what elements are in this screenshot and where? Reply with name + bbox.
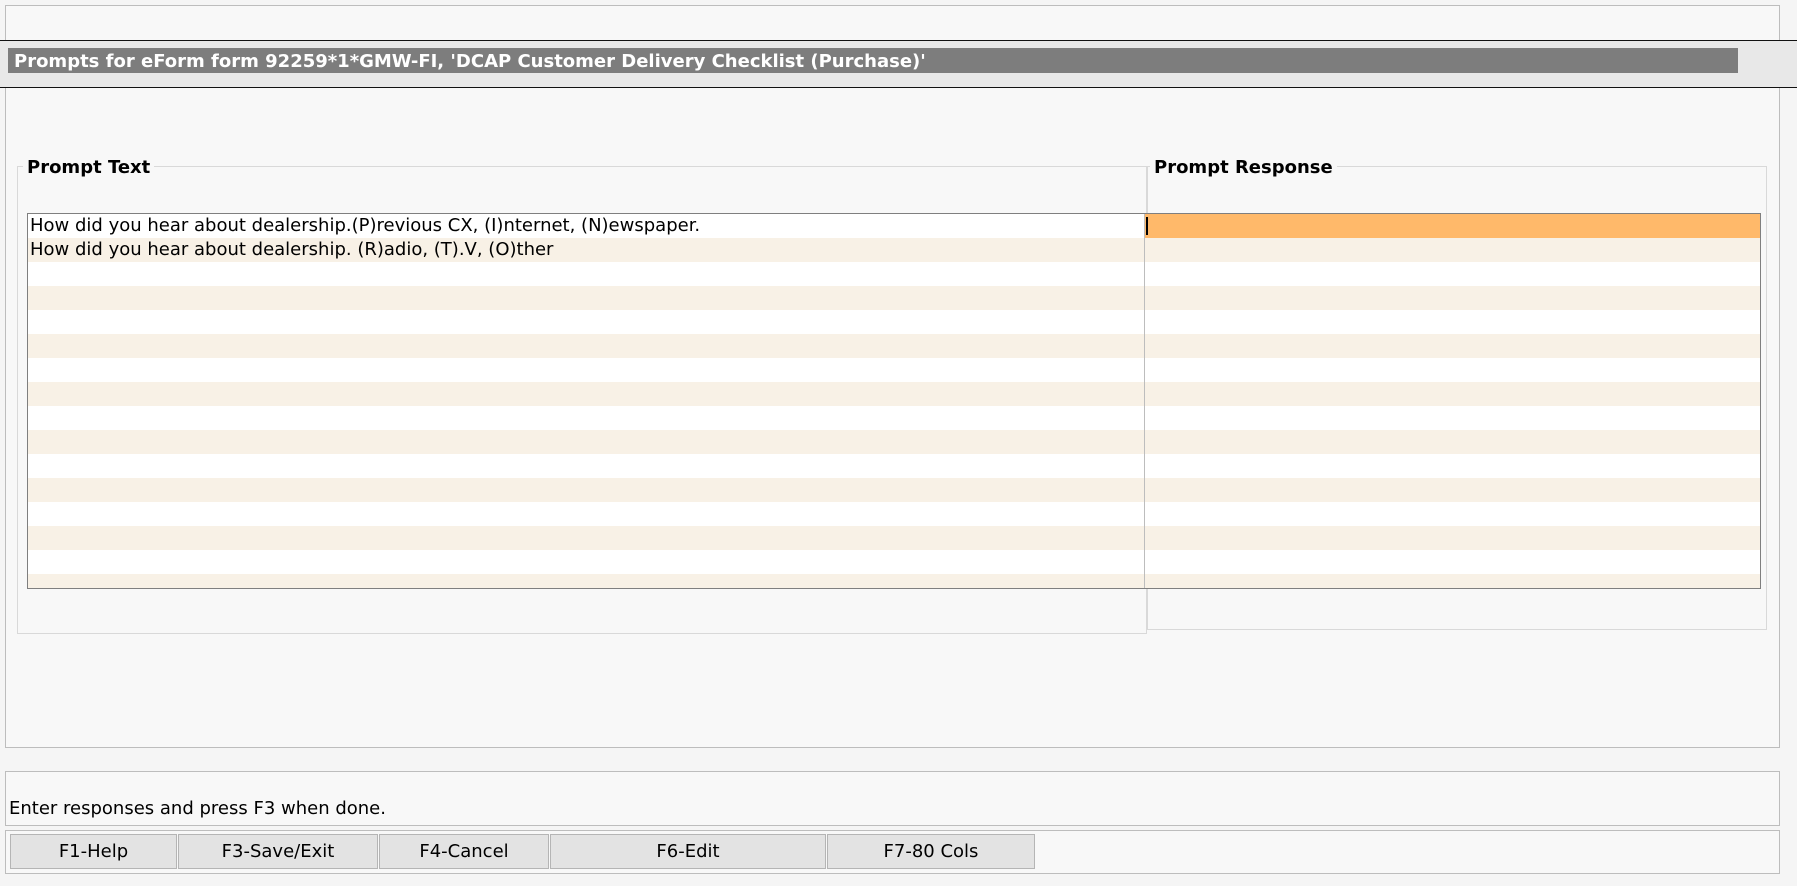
empty-row[interactable] [28, 454, 1760, 478]
empty-row[interactable] [28, 406, 1760, 430]
save-exit-button[interactable]: F3-Save/Exit [178, 834, 378, 869]
empty-row[interactable] [28, 262, 1760, 286]
empty-row[interactable] [28, 574, 1760, 588]
empty-row[interactable] [28, 430, 1760, 454]
table-row[interactable]: How did you hear about dealership.(P)rev… [28, 214, 1760, 238]
empty-row[interactable] [28, 550, 1760, 574]
help-button[interactable]: F1-Help [10, 834, 177, 869]
text-caret [1146, 217, 1148, 235]
empty-row[interactable] [28, 526, 1760, 550]
status-panel: Enter responses and press F3 when done. [5, 771, 1780, 826]
empty-row[interactable] [28, 358, 1760, 382]
response-input[interactable] [1145, 238, 1760, 262]
80-cols-button[interactable]: F7-80 Cols [827, 834, 1035, 869]
empty-row[interactable] [28, 382, 1760, 406]
page-title: Prompts for eForm form 92259*1*GMW-FI, '… [14, 51, 926, 72]
function-key-bar: F1-Help F3-Save/Exit F4-Cancel F6-Edit F… [5, 830, 1780, 874]
column-divider [1144, 214, 1145, 588]
empty-row[interactable] [28, 478, 1760, 502]
title-strip: Prompts for eForm form 92259*1*GMW-FI, '… [8, 48, 1738, 73]
status-message: Enter responses and press F3 when done. [9, 798, 386, 819]
prompt-grid: How did you hear about dealership.(P)rev… [27, 213, 1761, 589]
table-row[interactable]: How did you hear about dealership. (R)ad… [28, 238, 1760, 262]
empty-row[interactable] [28, 310, 1760, 334]
empty-row[interactable] [28, 334, 1760, 358]
cancel-button[interactable]: F4-Cancel [379, 834, 549, 869]
prompt-cell: How did you hear about dealership. (R)ad… [30, 239, 554, 260]
edit-button[interactable]: F6-Edit [550, 834, 826, 869]
prompt-response-header: Prompt Response [1150, 157, 1337, 178]
prompt-text-header: Prompt Text [23, 157, 155, 178]
response-input[interactable] [1145, 214, 1760, 238]
prompt-cell: How did you hear about dealership.(P)rev… [30, 215, 701, 236]
title-bar: Prompts for eForm form 92259*1*GMW-FI, '… [0, 40, 1797, 88]
empty-row[interactable] [28, 502, 1760, 526]
empty-row[interactable] [28, 286, 1760, 310]
